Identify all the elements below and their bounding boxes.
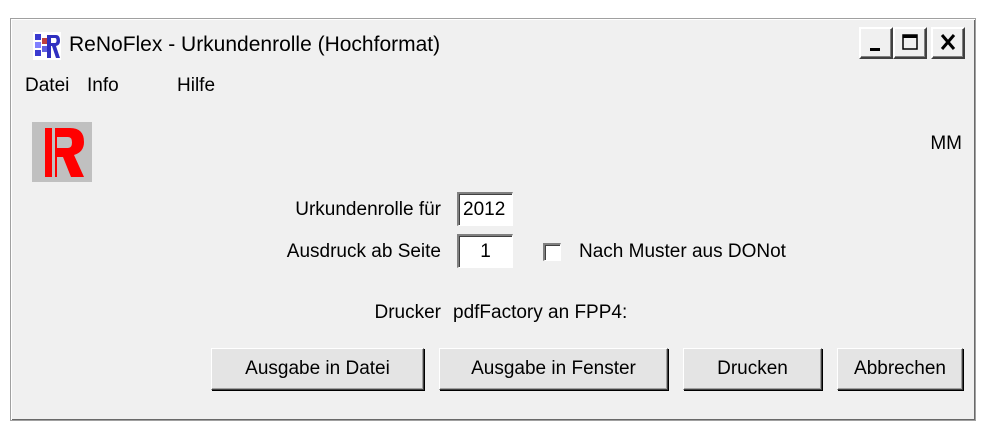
menu-info[interactable]: Info <box>87 75 119 97</box>
renoflex-app-icon[interactable] <box>33 32 61 60</box>
maximize-icon <box>902 34 918 50</box>
dialog-window: ReNoFlex - Urkundenrolle (Hochformat) Da… <box>10 18 976 421</box>
year-label: Urkundenrolle für <box>295 199 441 220</box>
menu-datei[interactable]: Datei <box>25 75 69 97</box>
minimize-button[interactable] <box>859 27 893 59</box>
title-bar[interactable]: ReNoFlex - Urkundenrolle (Hochformat) <box>13 21 973 67</box>
window-output-button[interactable]: Ausgabe in Fenster <box>439 348 668 390</box>
maximize-button[interactable] <box>893 27 927 59</box>
window-title: ReNoFlex - Urkundenrolle (Hochformat) <box>69 33 441 56</box>
pattern-checkbox[interactable] <box>543 243 561 261</box>
renoflex-logo <box>32 122 92 182</box>
cancel-button[interactable]: Abbrechen <box>837 348 963 390</box>
menu-bar: Datei Info Hilfe <box>13 69 973 103</box>
minimize-icon <box>870 48 880 51</box>
logo-r-icon <box>32 122 92 182</box>
print-button[interactable]: Drucken <box>683 348 822 390</box>
page-label: Ausdruck ab Seite <box>286 241 441 262</box>
user-initials: MM <box>930 133 962 154</box>
year-input[interactable] <box>457 192 513 226</box>
menu-hilfe[interactable]: Hilfe <box>177 75 215 97</box>
printer-label: Drucker <box>374 302 441 323</box>
pattern-checkbox-label[interactable]: Nach Muster aus DONot <box>579 241 786 263</box>
file-output-button[interactable]: Ausgabe in Datei <box>211 348 424 390</box>
close-icon <box>940 34 956 50</box>
page-input[interactable] <box>457 234 513 268</box>
printer-value: pdfFactory an FPP4: <box>453 302 628 323</box>
close-button[interactable] <box>931 27 965 59</box>
